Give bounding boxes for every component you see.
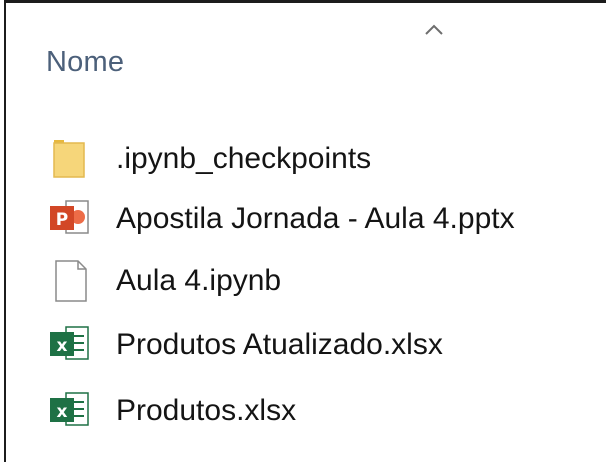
folder-icon <box>44 137 96 181</box>
file-row-produtos-xlsx[interactable]: x Produtos.xlsx <box>44 382 606 440</box>
file-name: Produtos Atualizado.xlsx <box>116 328 443 361</box>
column-header-name[interactable]: Nome <box>46 46 124 79</box>
file-name: Aula 4.ipynb <box>116 264 282 297</box>
powerpoint-file-icon: P <box>44 197 96 241</box>
sort-ascending-icon[interactable] <box>424 24 444 36</box>
file-row-ipynb-checkpoints[interactable]: .ipynb_checkpoints <box>44 130 606 188</box>
file-row-aula4-ipynb[interactable]: Aula 4.ipynb <box>44 252 606 310</box>
svg-text:x: x <box>57 336 68 356</box>
excel-file-icon: x <box>44 323 96 367</box>
file-row-produtos-atualizado-xlsx[interactable]: x Produtos Atualizado.xlsx <box>44 316 606 374</box>
svg-text:P: P <box>56 210 68 230</box>
file-row-apostila-pptx[interactable]: P Apostila Jornada - Aula 4.pptx <box>44 190 606 248</box>
file-name: Apostila Jornada - Aula 4.pptx <box>116 202 515 235</box>
window-frame-left <box>4 0 6 462</box>
excel-file-icon: x <box>44 389 96 433</box>
svg-text:x: x <box>57 402 68 422</box>
generic-file-icon <box>44 259 96 303</box>
window-frame-top <box>4 0 606 3</box>
file-name: Produtos.xlsx <box>116 394 297 427</box>
file-name: .ipynb_checkpoints <box>116 142 372 175</box>
